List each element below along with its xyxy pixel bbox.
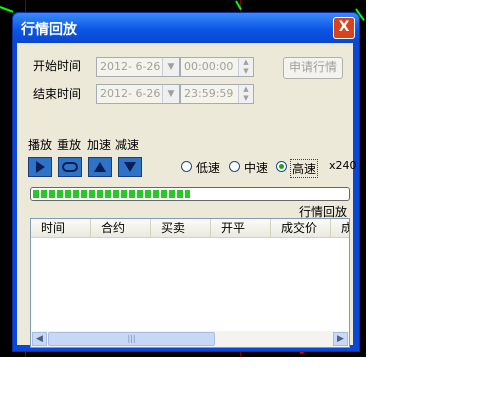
play-label: 播放 — [28, 138, 53, 152]
replay-dialog: 行情回放 X 开始时间 2012- 6-26 ▼ 00:00:00 ▲ ▼ 申请行… — [12, 12, 360, 352]
playback-toolbar — [28, 157, 148, 177]
end-date-picker[interactable]: 2012- 6-26 ▼ — [96, 84, 180, 104]
triangle-down-icon — [124, 162, 136, 172]
scroll-right-icon[interactable]: ▶ — [333, 332, 348, 346]
horizontal-scrollbar[interactable]: ◀ ||| ▶ — [31, 331, 349, 347]
scroll-thumb[interactable]: ||| — [48, 332, 215, 346]
close-button[interactable]: X — [333, 17, 355, 39]
dialog-client: 开始时间 2012- 6-26 ▼ 00:00:00 ▲ ▼ 申请行情 结束时间 … — [17, 43, 357, 348]
start-date-value: 2012- 6-26 — [100, 60, 161, 73]
title-bar[interactable]: 行情回放 X — [13, 13, 359, 43]
start-time-label: 开始时间 — [33, 59, 82, 73]
chevron-down-icon[interactable]: ▼ — [162, 85, 179, 103]
play-icon — [36, 161, 45, 173]
replay-button[interactable] — [58, 157, 82, 177]
speed-low-label: 低速 — [196, 161, 221, 175]
column-header-time[interactable]: 时间 — [31, 219, 91, 237]
list-header: 时间 合约 买卖 开平 成交价 成 — [31, 219, 349, 238]
speed-mid-label: 中速 — [244, 161, 269, 175]
end-date-value: 2012- 6-26 — [100, 87, 161, 100]
column-header-price[interactable]: 成交价 — [271, 219, 331, 237]
speed-low-radio[interactable] — [181, 161, 192, 172]
triangle-up-icon — [94, 162, 106, 172]
start-date-picker[interactable]: 2012- 6-26 ▼ — [96, 57, 180, 77]
replay-label: 重放 — [57, 138, 82, 152]
spin-arrows-icon[interactable]: ▲ ▼ — [238, 85, 253, 103]
start-time-field[interactable]: 00:00:00 ▲ ▼ — [180, 57, 254, 77]
slow-down-label: 减速 — [115, 138, 140, 152]
apply-quote-button[interactable]: 申请行情 — [283, 57, 343, 79]
slow-down-button[interactable] — [118, 157, 142, 177]
play-button[interactable] — [28, 157, 52, 177]
speed-up-button[interactable] — [88, 157, 112, 177]
trade-list[interactable]: 时间 合约 买卖 开平 成交价 成 ◀ ||| ▶ — [30, 218, 350, 348]
chart-line — [0, 6, 14, 13]
speed-up-label: 加速 — [87, 138, 112, 152]
end-time-label: 结束时间 — [33, 87, 82, 101]
speed-multiplier: x240 — [329, 159, 357, 172]
close-icon: X — [338, 19, 350, 35]
speed-high-label: 高速 — [290, 159, 319, 178]
replay-progress-bar — [30, 187, 350, 201]
window-title: 行情回放 — [21, 22, 77, 38]
progress-fill — [33, 190, 190, 198]
column-header-volume[interactable]: 成 — [331, 219, 349, 237]
column-header-contract[interactable]: 合约 — [91, 219, 151, 237]
chevron-down-icon[interactable]: ▼ — [162, 58, 179, 76]
column-header-side[interactable]: 买卖 — [151, 219, 211, 237]
start-time-value: 00:00:00 — [184, 60, 234, 73]
column-header-open-close[interactable]: 开平 — [211, 219, 271, 237]
spin-arrows-icon[interactable]: ▲ ▼ — [238, 58, 253, 76]
speed-high-radio[interactable] — [276, 161, 287, 172]
end-time-value: 23:59:59 — [184, 87, 234, 100]
scroll-left-icon[interactable]: ◀ — [32, 332, 47, 346]
speed-mid-radio[interactable] — [229, 161, 240, 172]
end-time-field[interactable]: 23:59:59 ▲ ▼ — [180, 84, 254, 104]
loop-icon — [62, 162, 78, 172]
